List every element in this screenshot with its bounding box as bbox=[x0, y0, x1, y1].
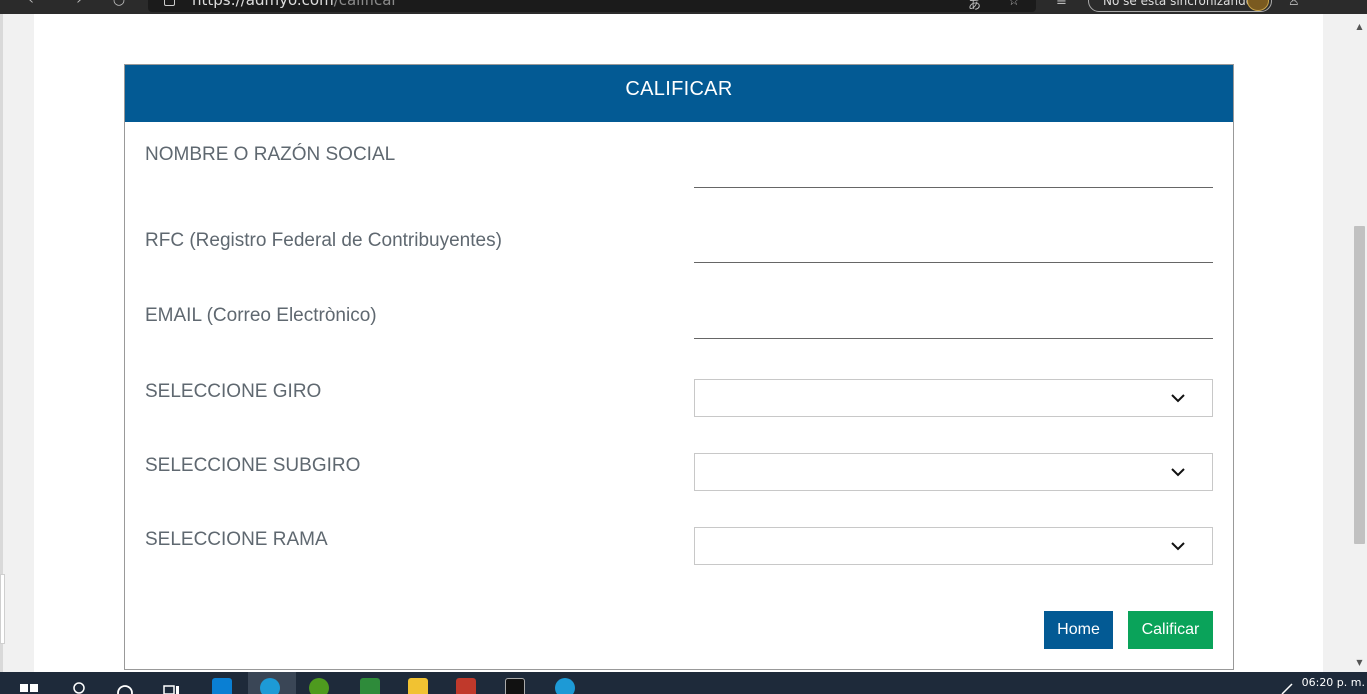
page-container: CALIFICAR NOMBRE O RAZÓN SOCIAL RFC (Reg… bbox=[34, 14, 1323, 672]
browser-viewport: CALIFICAR NOMBRE O RAZÓN SOCIAL RFC (Reg… bbox=[0, 14, 1352, 672]
collections-icon[interactable]: ≡ bbox=[1056, 0, 1067, 9]
subgiro-select[interactable] bbox=[694, 453, 1213, 491]
cortana-icon[interactable] bbox=[116, 684, 134, 694]
scroll-up-icon[interactable]: ▲ bbox=[1352, 22, 1367, 34]
address-bar[interactable]: https://admyo.com/calificar bbox=[148, 0, 1036, 12]
url-host: https://admyo.com bbox=[192, 0, 334, 9]
avatar bbox=[1247, 0, 1269, 11]
giro-label: SELECCIONE GIRO bbox=[145, 381, 322, 402]
name-field[interactable] bbox=[694, 152, 1213, 188]
edge-icon[interactable] bbox=[555, 678, 575, 694]
chevron-down-icon bbox=[1171, 542, 1185, 551]
calificar-form-card: CALIFICAR NOMBRE O RAZÓN SOCIAL RFC (Reg… bbox=[124, 64, 1234, 670]
windows-start-icon[interactable] bbox=[20, 684, 38, 694]
sync-status-text: No se está sincronizando bbox=[1103, 0, 1254, 8]
file-explorer-icon[interactable] bbox=[408, 678, 428, 694]
vscode-icon[interactable] bbox=[212, 678, 232, 694]
calificar-button[interactable]: Calificar bbox=[1128, 611, 1213, 649]
sync-status-button[interactable]: No se está sincronizando bbox=[1088, 0, 1272, 12]
back-icon[interactable]: ‹ bbox=[16, 0, 46, 12]
forward-icon[interactable]: › bbox=[64, 0, 94, 12]
windows-taskbar: 06:20 p. m. bbox=[0, 672, 1367, 694]
chevron-down-icon bbox=[1171, 394, 1185, 403]
subgiro-label: SELECCIONE SUBGIRO bbox=[145, 455, 361, 476]
giro-select[interactable] bbox=[694, 379, 1213, 417]
home-button[interactable]: Home bbox=[1044, 611, 1113, 649]
rfc-field[interactable] bbox=[694, 227, 1213, 263]
browser-toolbar: ‹ › ○ https://admyo.com/calificar あ ☆ ≡ … bbox=[0, 0, 1367, 14]
scrollbar-thumb[interactable] bbox=[1354, 226, 1365, 544]
form-title: CALIFICAR bbox=[125, 65, 1233, 122]
edge-icon[interactable] bbox=[260, 678, 280, 694]
lock-icon bbox=[164, 0, 175, 6]
green-app-icon[interactable] bbox=[360, 678, 380, 694]
left-side-handle bbox=[0, 574, 5, 644]
email-label: EMAIL (Correo Electrònico) bbox=[145, 305, 377, 326]
rama-select[interactable] bbox=[694, 527, 1213, 565]
pen-icon[interactable] bbox=[1280, 682, 1294, 694]
email-field[interactable] bbox=[694, 303, 1213, 339]
name-label: NOMBRE O RAZÓN SOCIAL bbox=[145, 144, 396, 165]
terminal-icon[interactable] bbox=[505, 678, 525, 694]
favorite-star-icon[interactable]: ☆ bbox=[1008, 0, 1020, 9]
taskbar-clock[interactable]: 06:20 p. m. bbox=[1302, 676, 1365, 689]
rama-label: SELECCIONE RAMA bbox=[145, 529, 328, 550]
refresh-icon[interactable]: ○ bbox=[104, 0, 134, 12]
media-app-icon[interactable] bbox=[456, 678, 476, 694]
profile-icon[interactable]: ♙ bbox=[1288, 0, 1300, 9]
hs-app-icon[interactable] bbox=[309, 678, 329, 694]
search-icon[interactable] bbox=[70, 682, 88, 694]
read-aloud-icon[interactable]: あ bbox=[968, 0, 981, 13]
chevron-down-icon bbox=[1171, 468, 1185, 477]
rfc-label: RFC (Registro Federal de Contribuyentes) bbox=[145, 230, 502, 251]
scroll-down-icon[interactable]: ▼ bbox=[1352, 658, 1367, 670]
task-view-icon[interactable] bbox=[162, 682, 182, 694]
url-path: /calificar bbox=[333, 0, 398, 9]
